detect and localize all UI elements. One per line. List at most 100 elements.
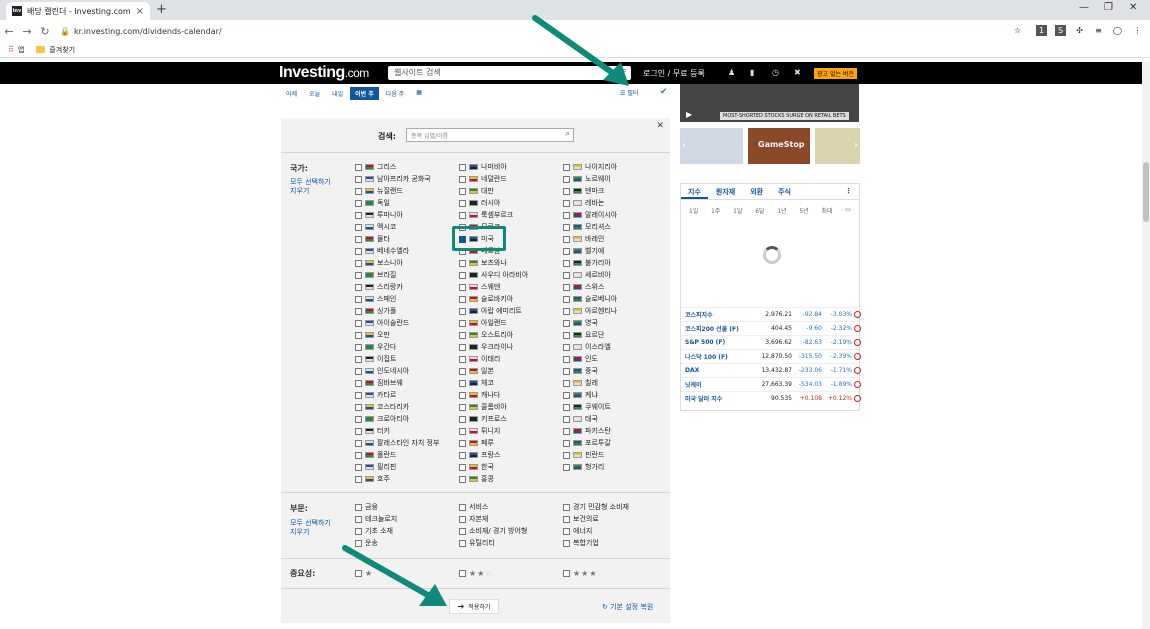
country-option[interactable]: 홍콩 — [459, 473, 563, 485]
country-option[interactable]: 아르헨티나 — [563, 305, 667, 317]
country-option[interactable]: 쿠웨이트 — [563, 401, 667, 413]
country-option[interactable]: 헝가리 — [563, 461, 667, 473]
more-icon[interactable]: ⋮ — [838, 184, 859, 199]
sector-option[interactable]: 서비스 — [459, 501, 563, 513]
checkbox[interactable] — [459, 439, 466, 447]
country-option[interactable]: 뉴질랜드 — [355, 185, 459, 197]
country-option[interactable]: 포르투갈 — [563, 437, 667, 449]
period-6m[interactable]: 6달 — [755, 206, 764, 215]
checkbox[interactable] — [355, 569, 362, 577]
tab-tomorrow[interactable]: 내일 — [327, 87, 348, 100]
country-option[interactable]: 이스라엘 — [563, 341, 667, 353]
checkbox[interactable] — [355, 295, 362, 303]
checkbox[interactable] — [355, 223, 362, 231]
country-option[interactable]: 캐나다 — [459, 389, 563, 401]
country-option[interactable]: 영국 — [563, 317, 667, 329]
checkbox[interactable] — [563, 367, 570, 375]
checkbox[interactable] — [563, 259, 570, 267]
close-window-icon[interactable]: ✕ — [1129, 2, 1137, 13]
sector-option[interactable]: 복합기업 — [563, 537, 667, 549]
checkbox[interactable] — [459, 539, 466, 547]
country-option[interactable]: 나미비아 — [459, 161, 563, 173]
country-option[interactable]: 스페인 — [355, 293, 459, 305]
country-option[interactable]: 레바논 — [563, 197, 667, 209]
sector-option[interactable]: 경기 민감형 소비재 — [563, 501, 667, 513]
checkbox[interactable] — [459, 199, 466, 207]
country-option[interactable]: 팔레스타인 자치 정부 — [355, 437, 459, 449]
tab-today[interactable]: 오늘 — [304, 87, 325, 100]
site-search-input[interactable]: 웹사이트 검색 ⌕ — [388, 66, 631, 80]
checkbox[interactable] — [355, 259, 362, 267]
country-option[interactable]: 룩셈부르크 — [459, 209, 563, 221]
checkbox[interactable] — [459, 175, 466, 183]
portfolio-icon[interactable]: ▮ — [750, 68, 754, 77]
checkbox[interactable] — [563, 331, 570, 339]
sector-option[interactable]: 에너지 — [563, 525, 667, 537]
checkbox[interactable] — [355, 355, 362, 363]
checkbox[interactable] — [355, 163, 362, 171]
checkbox[interactable] — [563, 463, 570, 471]
period-5y[interactable]: 5년 — [799, 206, 808, 215]
country-option[interactable]: 케냐 — [563, 389, 667, 401]
country-option[interactable]: 루마니아 — [355, 209, 459, 221]
country-option[interactable]: 호주 — [355, 473, 459, 485]
index-row[interactable]: 코스피200 선물 (F) 404.45 -9.60 -2.32% — [681, 321, 861, 335]
country-option[interactable]: 요르단 — [563, 329, 667, 341]
country-option[interactable]: 나이지리아 — [563, 161, 667, 173]
country-option[interactable]: 아일랜드 — [459, 317, 563, 329]
reload-icon[interactable]: ↻ — [36, 25, 54, 38]
checkbox[interactable] — [355, 527, 362, 535]
chevron-right-icon[interactable]: › — [854, 140, 858, 151]
forward-icon[interactable]: → — [18, 25, 36, 38]
country-option[interactable]: 이태리 — [459, 353, 563, 365]
clock-icon[interactable]: ◷ — [772, 68, 779, 77]
country-option[interactable]: 바레인 — [563, 233, 667, 245]
page-scrollbar[interactable] — [1142, 62, 1150, 629]
index-row[interactable]: 닛케이 27,663.39 -534.03 -1.89% — [681, 377, 861, 391]
tab-stocks[interactable]: 주식 — [771, 184, 798, 199]
checkbox[interactable] — [355, 175, 362, 183]
extension-icon[interactable]: 1 — [1036, 25, 1047, 36]
login-link[interactable]: 로그인 / 무료 등록 — [643, 68, 705, 79]
video-thumbnail[interactable]: ‹ — [680, 128, 743, 164]
country-option[interactable]: 스리랑카 — [355, 281, 459, 293]
checkbox[interactable] — [355, 515, 362, 523]
checkbox[interactable] — [355, 283, 362, 291]
period-max[interactable]: 최대 — [821, 206, 832, 215]
sector-option[interactable]: 소비재/ 경기 방어형 — [459, 525, 563, 537]
checkbox[interactable] — [355, 463, 362, 471]
period-1d[interactable]: 1일 — [689, 206, 698, 215]
ad-close-icon[interactable]: ✖ — [794, 68, 801, 77]
country-option[interactable]: 파키스탄 — [563, 425, 667, 437]
country-option[interactable]: 스웨덴 — [459, 281, 563, 293]
country-option[interactable]: 카타르 — [355, 389, 459, 401]
checkbox[interactable] — [459, 503, 466, 511]
checkbox[interactable] — [355, 415, 362, 423]
index-row[interactable]: S&P 500 (F) 3,696.62 -82.63 -2.19% — [681, 335, 861, 349]
sector-option[interactable]: 운송 — [355, 537, 459, 549]
search-icon[interactable]: ⌕ — [622, 66, 627, 76]
checkbox[interactable] — [563, 271, 570, 279]
checkbox[interactable] — [563, 187, 570, 195]
checkbox[interactable] — [459, 451, 466, 459]
checkbox[interactable] — [563, 355, 570, 363]
checkbox[interactable] — [355, 403, 362, 411]
checkbox[interactable] — [563, 223, 570, 231]
checkbox[interactable] — [355, 247, 362, 255]
country-option[interactable]: 싱가폴 — [355, 305, 459, 317]
country-option[interactable]: 스위스 — [563, 281, 667, 293]
checkbox[interactable] — [355, 439, 362, 447]
country-option[interactable]: 일본 — [459, 365, 563, 377]
apps-icon[interactable]: ⠿ — [8, 45, 14, 54]
country-option[interactable]: 콜롬비아 — [459, 401, 563, 413]
tab-next-week[interactable]: 다음 주 — [381, 87, 409, 100]
checkbox[interactable] — [355, 475, 362, 483]
restore-icon[interactable]: ❐ — [1104, 2, 1113, 13]
checkbox[interactable] — [459, 379, 466, 387]
browser-tab[interactable]: inv 배당 캘린더 - Investing.com × — [6, 2, 150, 20]
checkbox[interactable] — [563, 415, 570, 423]
country-option[interactable] — [563, 473, 667, 485]
reset-defaults-link[interactable]: ↻ 기본 설정 복원 — [602, 602, 653, 612]
apply-button[interactable]: ➔ 적용하기 — [449, 599, 499, 614]
checkbox[interactable] — [355, 343, 362, 351]
